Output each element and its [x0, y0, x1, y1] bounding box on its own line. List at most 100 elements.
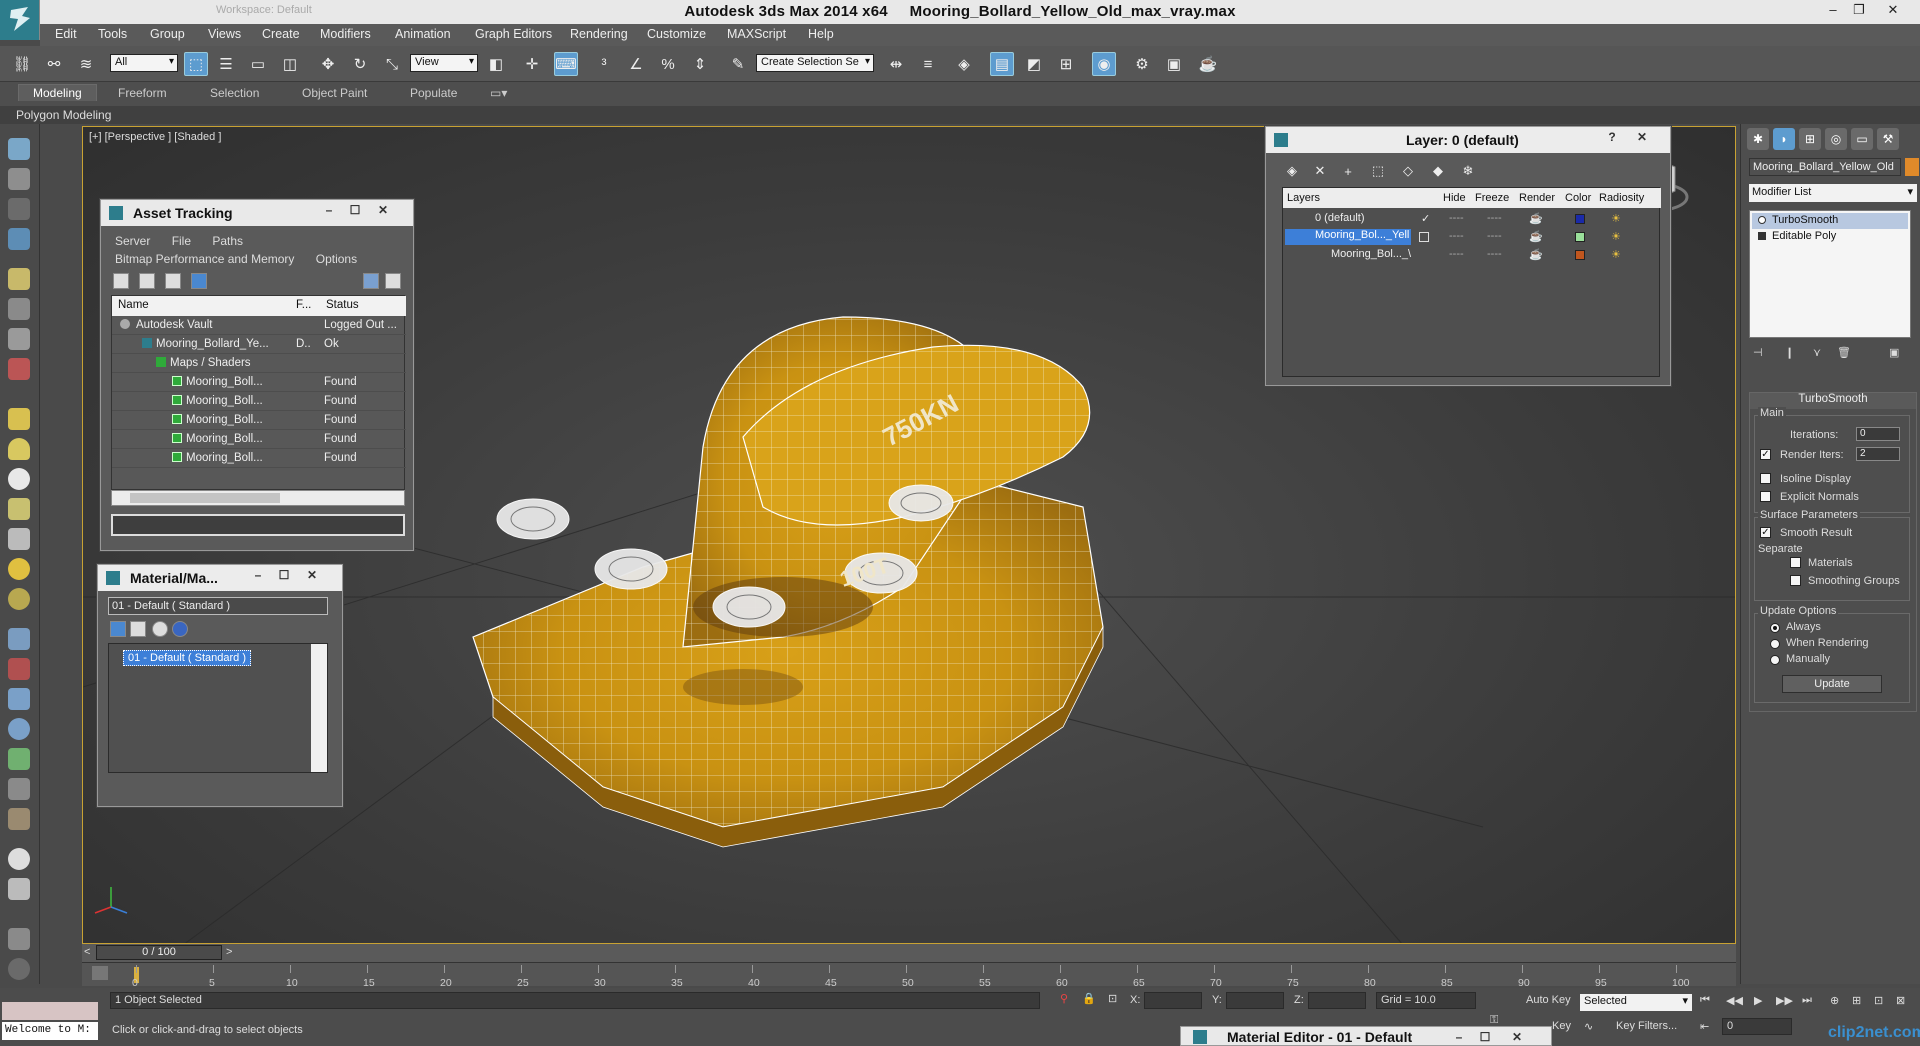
cloth-icon[interactable]: [8, 808, 30, 830]
asset-menu-file[interactable]: File: [172, 234, 191, 248]
align-icon[interactable]: ≡: [916, 52, 940, 76]
curve-editor-icon[interactable]: ◩: [1022, 52, 1046, 76]
minimize-icon[interactable]: –: [1820, 2, 1846, 20]
menu-group[interactable]: Group: [150, 27, 185, 41]
utilities-tab-icon[interactable]: ⚒: [1877, 128, 1899, 150]
menu-views[interactable]: Views: [208, 27, 241, 41]
keyboard-shortcut-override-icon[interactable]: ⌨: [554, 52, 578, 76]
hide-toggle[interactable]: ----: [1449, 248, 1464, 260]
list-icon[interactable]: [130, 621, 146, 637]
pin-stack-icon[interactable]: ⊣: [1753, 346, 1763, 359]
help-icon[interactable]: ?: [1602, 130, 1622, 146]
material-browser-titlebar[interactable]: Material/Ma... – ☐ ✕: [98, 565, 342, 591]
maximize-icon[interactable]: ☐: [345, 203, 365, 219]
current-frame-field[interactable]: 0: [1722, 1018, 1792, 1035]
shapes-icon[interactable]: [8, 168, 30, 190]
gear-icon[interactable]: [8, 718, 30, 740]
smoothing-groups-checkbox[interactable]: [1790, 575, 1801, 586]
layer-row[interactable]: Mooring_Bol..._\ ---- ---- ☕ ☀: [1283, 246, 1661, 264]
layer-color-swatch[interactable]: [1575, 232, 1585, 242]
update-button[interactable]: Update: [1782, 675, 1882, 693]
create-layer-icon[interactable]: ◈: [1280, 159, 1304, 183]
curve-icon[interactable]: ∿: [1584, 1020, 1593, 1033]
rectangular-selection-icon[interactable]: ▭: [246, 52, 270, 76]
list-icon[interactable]: [8, 198, 30, 220]
sphere-icon[interactable]: [8, 468, 30, 490]
minimize-icon[interactable]: –: [1449, 1030, 1469, 1046]
tab-modeling[interactable]: Modeling: [18, 84, 97, 101]
radiosity-icon[interactable]: ☀: [1611, 248, 1621, 261]
add-to-layer-icon[interactable]: +: [1336, 159, 1360, 183]
edit-named-selection-icon[interactable]: ✎: [726, 52, 750, 76]
col-color[interactable]: Color: [1565, 192, 1591, 204]
configure-sets-icon[interactable]: ▣: [1889, 346, 1899, 359]
hand-icon[interactable]: [8, 748, 30, 770]
col-layers[interactable]: Layers: [1287, 192, 1320, 204]
menu-edit[interactable]: Edit: [55, 27, 77, 41]
col-freeze[interactable]: Freeze: [1475, 192, 1509, 204]
scrollbar-thumb[interactable]: [130, 493, 280, 503]
menu-graph-editors[interactable]: Graph Editors: [475, 27, 552, 41]
sphere-render-icon[interactable]: [8, 848, 30, 870]
geosphere-icon[interactable]: [8, 588, 30, 610]
maximize-viewport-icon[interactable]: ⊠: [1896, 994, 1905, 1007]
create-tab-icon[interactable]: ✱: [1747, 128, 1769, 150]
track-bar[interactable]: 0 5 10 15 20 25 30 35 40 45 50 55 60 65 70 75 80 85 90 95 10…: [82, 962, 1736, 989]
particles-icon[interactable]: [8, 628, 30, 650]
smooth-result-checkbox[interactable]: ✓: [1760, 527, 1771, 538]
layer-color-swatch[interactable]: [1575, 250, 1585, 260]
dynamics-icon[interactable]: [8, 658, 30, 680]
motion-tab-icon[interactable]: ◎: [1825, 128, 1847, 150]
unlink-icon[interactable]: ⚯: [42, 52, 66, 76]
asset-tracking-titlebar[interactable]: Asset Tracking – ☐ ✕: [101, 200, 413, 226]
calculator-icon[interactable]: [8, 878, 30, 900]
app-logo[interactable]: [0, 0, 40, 40]
time-slider[interactable]: < 0 / 100 >: [82, 944, 1736, 962]
menu-modifiers[interactable]: Modifiers: [320, 27, 371, 41]
table-row[interactable]: Mooring_Boll... Found: [112, 449, 406, 468]
minimize-icon[interactable]: –: [248, 568, 268, 584]
set-key-label[interactable]: Key: [1552, 1020, 1571, 1032]
angle-snap-icon[interactable]: ∠: [624, 52, 648, 76]
render-icon[interactable]: [8, 358, 30, 380]
menu-customize[interactable]: Customize: [647, 27, 706, 41]
grid-icon[interactable]: [8, 228, 30, 250]
modifier-list-dropdown[interactable]: Modifier List: [1749, 184, 1917, 202]
z-coordinate-field[interactable]: [1308, 992, 1366, 1009]
display-tab-icon[interactable]: ▭: [1851, 128, 1873, 150]
snaps-toggle-icon[interactable]: ³: [592, 52, 616, 76]
link-icon[interactable]: ⛓: [10, 52, 34, 76]
col-name[interactable]: Name: [118, 299, 149, 311]
col-status[interactable]: Status: [326, 299, 359, 311]
select-by-name-icon[interactable]: ☰: [214, 52, 238, 76]
col-f[interactable]: F...: [296, 299, 311, 311]
tab-populate[interactable]: Populate: [410, 86, 457, 100]
layer-manager-icon[interactable]: ◈: [952, 52, 976, 76]
named-selection-set-dropdown[interactable]: Create Selection Se: [756, 54, 874, 72]
active-layer-check-icon[interactable]: ✓: [1421, 212, 1430, 225]
zoom-extents-icon[interactable]: ⊡: [1874, 994, 1883, 1007]
torus-icon[interactable]: [8, 498, 30, 520]
hair-icon[interactable]: [8, 778, 30, 800]
table-row[interactable]: Mooring_Boll... Found: [112, 392, 406, 411]
script-icon[interactable]: [8, 928, 30, 950]
refresh-icon[interactable]: [113, 273, 129, 289]
current-layer-box[interactable]: [1419, 232, 1429, 242]
hide-all-icon[interactable]: ◆: [1426, 159, 1450, 183]
material-editor-icon[interactable]: ◉: [1092, 52, 1116, 76]
prev-frame-icon[interactable]: <: [84, 946, 90, 958]
table-view-icon[interactable]: [191, 273, 207, 289]
hide-toggle[interactable]: ----: [1449, 230, 1464, 242]
y-coordinate-field[interactable]: [1226, 992, 1284, 1009]
layer-row[interactable]: 0 (default) ✓ ---- ---- ☕ ☀: [1283, 210, 1661, 228]
list-view-icon[interactable]: [139, 273, 155, 289]
percent-snap-icon[interactable]: %: [656, 52, 680, 76]
help-icon[interactable]: [8, 958, 30, 980]
isoline-checkbox[interactable]: [1760, 473, 1771, 484]
material-list-scrollbar[interactable]: [311, 644, 327, 772]
menu-rendering[interactable]: Rendering: [570, 27, 628, 41]
materials-checkbox[interactable]: [1790, 557, 1801, 568]
radiosity-icon[interactable]: ☀: [1611, 230, 1621, 243]
radiosity-icon[interactable]: ☀: [1611, 212, 1621, 225]
asset-menu-options[interactable]: Options: [316, 252, 357, 266]
